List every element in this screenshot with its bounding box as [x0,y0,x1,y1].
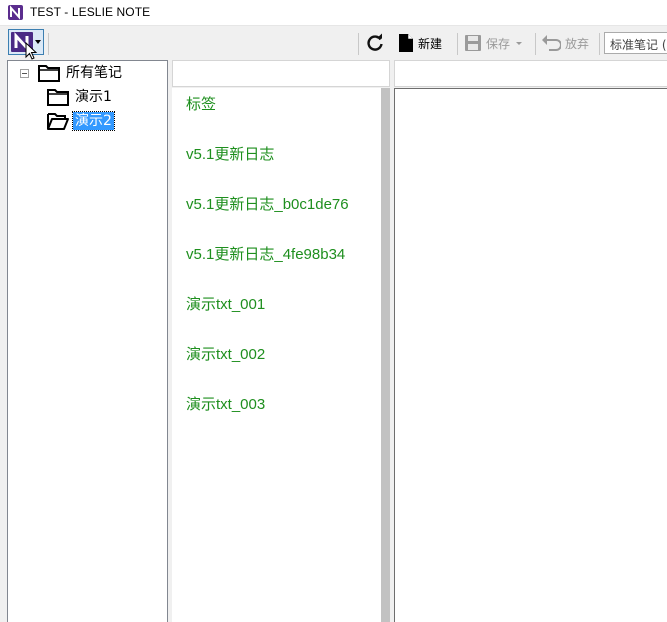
list-item[interactable]: 演示txt_001 [186,293,265,314]
app-logo-icon [8,5,23,20]
list-item[interactable]: 演示txt_002 [186,343,265,364]
toolbar-separator [48,33,49,55]
save-button[interactable]: 保存 [464,31,523,55]
note-search-input[interactable] [172,60,390,87]
undo-icon [542,35,561,51]
folder-icon [47,89,69,106]
save-disk-icon [465,35,481,51]
tree-item-label: 演示2 [72,111,115,131]
note-editor[interactable] [394,88,667,622]
note-style-select[interactable]: 标准笔记 ( [604,32,667,54]
folder-icon [38,65,60,82]
list-item[interactable]: v5.1更新日志_b0c1de76 [186,193,349,214]
list-item[interactable]: v5.1更新日志 [186,143,274,164]
note-title-input[interactable] [394,60,667,87]
new-note-button[interactable]: 新建 [398,31,442,55]
list-item[interactable]: 演示txt_003 [186,393,265,414]
tree-item-label: 所有笔记 [66,65,122,81]
refresh-button[interactable] [365,31,385,55]
discard-label: 放弃 [565,36,590,51]
discard-button[interactable]: 放弃 [541,31,589,55]
toolbar-separator [535,33,536,55]
toolbar-separator [358,33,359,55]
list-item[interactable]: v5.1更新日志_4fe98b34 [186,243,345,264]
toolbar-separator [457,33,458,55]
save-label: 保存 [486,36,511,51]
folder-tree-panel: 所有笔记 演示1 演示2 [7,60,168,622]
title-bar: TEST - LESLIE NOTE [0,0,667,26]
collapse-toggle-icon[interactable] [20,69,29,78]
window-title: TEST - LESLIE NOTE [30,5,151,19]
new-document-icon [399,34,413,52]
new-note-label: 新建 [418,36,443,51]
note-list-panel: 标签 v5.1更新日志 v5.1更新日志_b0c1de76 v5.1更新日志_4… [172,88,390,622]
list-item[interactable]: 标签 [186,93,216,114]
tree-item-demo2[interactable]: 演示2 [47,111,115,131]
tree-item-all-notes[interactable]: 所有笔记 [38,63,124,83]
chevron-down-icon[interactable] [516,41,523,45]
toolbar-separator [599,33,600,55]
mouse-cursor-icon [25,42,38,60]
note-list-scrollbar[interactable] [381,88,390,622]
tree-item-label: 演示1 [75,89,112,105]
refresh-icon [367,33,383,51]
tree-item-demo1[interactable]: 演示1 [47,87,114,107]
toolbar: 新建 保存 放弃 标准笔记 ( [0,27,667,59]
folder-open-icon [47,113,69,130]
